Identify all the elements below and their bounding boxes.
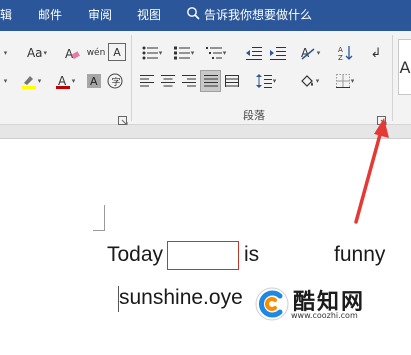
align-center-button[interactable] [159,71,177,91]
tab-edit[interactable]: 辑 [0,7,12,23]
highlight-button[interactable]: ▾ [18,71,44,91]
change-case-button[interactable]: Aa ▾ [22,43,52,63]
highlighter-icon [21,76,36,89]
phonetic-label: wén [86,48,106,58]
align-right-icon [182,75,196,87]
group-separator [392,35,393,121]
borders-button[interactable]: ▾ [330,71,360,91]
ribbon-home: ▾ Aa▾ A wén A ▾ ▾ A▾ A 字 ▾ ▾ ▾ A▾ AZ [0,31,411,126]
align-left-icon [140,75,154,87]
tell-me-text: 告诉我你想要做什么 [204,8,313,22]
coozhi-logo-icon [255,287,289,321]
increase-indent-button[interactable] [268,43,288,63]
phonetic-guide-button[interactable]: wén [86,43,106,63]
paragraph-group-label: 段落 [243,109,265,122]
font-color-icon: A [55,74,70,89]
underline-blank-box [167,241,239,270]
group-separator [131,35,132,121]
tab-review[interactable]: 审阅 [88,7,112,23]
doc-word-is[interactable]: is [244,243,259,267]
justify-icon [203,75,218,87]
align-right-button[interactable] [180,71,198,91]
enclose-characters-button[interactable]: A [108,43,126,61]
sort-az-icon: AZ [338,46,353,61]
tell-me-box[interactable]: 告诉我你想要做什么 [186,6,312,25]
svg-text:A: A [338,46,343,54]
svg-text:A: A [65,47,74,61]
paint-bucket-icon [300,75,313,87]
numbering-icon [173,46,190,60]
numbering-button[interactable]: ▾ [170,43,198,63]
clear-formatting-button[interactable]: A [62,43,82,63]
line-spacing-button[interactable]: ▾ [252,71,280,91]
align-center-icon [161,75,175,87]
justify-button[interactable] [200,70,221,92]
eraser-icon: A [65,47,80,61]
increase-indent-icon [270,47,286,60]
bullets-icon [142,46,158,60]
enclose-label: A [113,45,121,59]
styles-preview: A [399,57,411,77]
tab-mailings[interactable]: 邮件 [38,7,62,23]
doc-word-today[interactable]: Today [107,243,163,267]
svg-text:字: 字 [112,76,121,88]
font-dropdown-end[interactable]: ▾ [0,43,10,63]
shading-button[interactable]: ▾ [294,71,324,91]
margin-corner-mark [93,205,105,231]
multilevel-list-button[interactable]: ▾ [202,43,230,63]
change-case-label: Aa [26,46,43,60]
distributed-icon [225,75,239,87]
shading-a-icon: A [87,74,101,88]
pilcrow-icon: ↲ [370,45,382,61]
circle-char-icon: 字 [107,73,123,89]
decrease-indent-button[interactable] [244,43,264,63]
distributed-button[interactable] [223,71,241,91]
enclose-circle-button[interactable]: 字 [106,71,124,91]
watermark-url: www.coozhi.com [291,311,358,320]
font-row2-dropdown[interactable]: ▾ [0,71,10,91]
align-left-button[interactable] [138,71,156,91]
borders-icon [335,74,350,88]
doc-word-funny[interactable]: funny [334,243,385,267]
svg-text:A: A [90,75,98,88]
line-spacing-icon [255,74,272,88]
chinese-layout-button[interactable]: A ▾ [296,43,324,63]
chinese-layout-icon: A [301,46,315,60]
lightbulb-icon [186,6,204,25]
decrease-indent-icon [246,47,262,60]
styles-gallery[interactable]: A [398,39,411,95]
svg-text:A: A [58,74,67,88]
tab-view[interactable]: 视图 [137,7,161,23]
ruler-strip [0,125,411,139]
character-shading-button[interactable]: A [86,71,102,91]
bullets-button[interactable]: ▾ [138,43,166,63]
sort-button[interactable]: AZ [336,43,356,63]
site-watermark: 酷知网 www.coozhi.com [246,278,411,333]
paragraph-dialog-launcher[interactable] [377,111,387,126]
font-color-button[interactable]: A ▾ [52,71,78,91]
font-dialog-launcher[interactable] [118,111,128,126]
ribbon-tab-bar: 辑 邮件 审阅 视图 告诉我你想要做什么 [0,0,411,31]
show-marks-button[interactable]: ↲ [366,43,386,63]
svg-text:Z: Z [338,54,343,61]
doc-line-2[interactable]: sunshine.oye [119,286,243,310]
multilevel-list-icon [205,47,222,59]
